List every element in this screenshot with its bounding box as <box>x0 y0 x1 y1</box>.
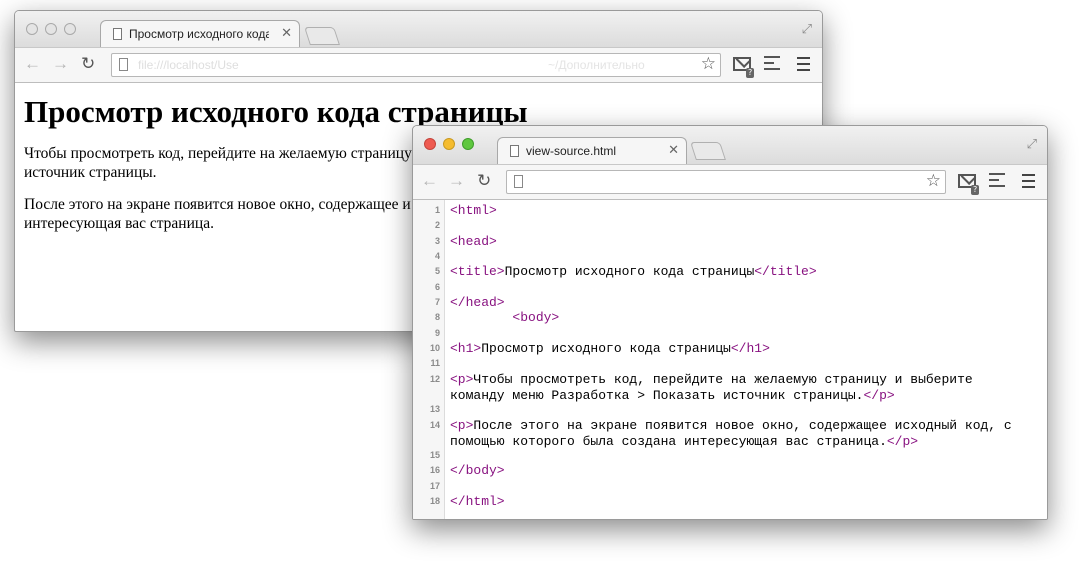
line-number: 4 <box>434 251 440 261</box>
paragraph-2-line-2: интересующая вас страница. <box>24 215 214 232</box>
zoom-window-button[interactable] <box>64 23 76 35</box>
url-text-end: ~/Дополнительно <box>548 58 645 72</box>
line-number: 3 <box>434 236 440 246</box>
line-number: 1 <box>434 205 440 215</box>
menu-icon[interactable] <box>797 57 810 75</box>
back-arrow-icon[interactable]: ← <box>421 171 438 191</box>
browser-tab[interactable]: view-source.html ✕ <box>497 137 687 165</box>
html-tag: </head> <box>450 295 505 310</box>
title-bar[interactable]: Просмотр исходного кода ✕ ⤢ <box>15 11 822 48</box>
html-tag: </title> <box>754 264 817 279</box>
source-code: <html> <box>450 203 497 219</box>
html-tag: </h1> <box>730 341 770 356</box>
bookmark-star-icon[interactable]: ☆ <box>926 171 941 191</box>
view-source-window: view-source.html ✕ ⤢ ← → ↻ ☆ ? 1 <html> 2 3… <box>412 125 1048 520</box>
new-tab-button[interactable] <box>690 142 726 160</box>
line-number: 5 <box>434 266 440 276</box>
browser-tab[interactable]: Просмотр исходного кода ✕ <box>100 20 300 48</box>
window-controls <box>424 138 474 150</box>
menu-icon[interactable] <box>1022 174 1035 192</box>
source-code: </html> <box>450 494 505 510</box>
paragraph-1-line-1: Чтобы просмотреть код, перейдите на жела… <box>24 145 412 162</box>
minimize-window-button[interactable] <box>45 23 57 35</box>
html-tag: <body> <box>512 310 560 325</box>
reload-icon[interactable]: ↻ <box>477 171 491 191</box>
source-code: <h1>Просмотр исходного кода страницы</h1… <box>450 341 770 357</box>
forward-arrow-icon[interactable]: → <box>448 171 465 191</box>
html-tag: <p> <box>450 418 474 433</box>
text-content: Просмотр исходного кода страницы <box>504 264 755 279</box>
line-number: 14 <box>429 420 440 430</box>
line-number: 2 <box>434 220 440 230</box>
tab-title: Просмотр исходного кода <box>129 27 269 41</box>
source-code: </body> <box>450 463 505 479</box>
html-tag: </body> <box>450 463 505 478</box>
line-number: 18 <box>429 496 440 506</box>
reading-list-icon[interactable] <box>764 56 780 74</box>
line-number: 8 <box>434 312 440 322</box>
html-tag: </p> <box>886 433 919 449</box>
line-number: 13 <box>429 404 440 414</box>
forward-arrow-icon[interactable]: → <box>52 54 69 74</box>
line-number: 7 <box>434 297 440 307</box>
back-arrow-icon[interactable]: ← <box>24 54 41 74</box>
page-icon <box>514 175 523 188</box>
fullscreen-icon[interactable]: ⤢ <box>1027 136 1037 152</box>
text-content: После этого на экране появится новое окн… <box>450 418 1012 449</box>
text-content: Просмотр исходного кода страницы <box>481 341 731 356</box>
extension-badge: ? <box>746 68 755 78</box>
line-number: 10 <box>429 343 440 353</box>
paragraph-1-line-2: источник страницы. <box>24 164 157 181</box>
line-number: 9 <box>434 328 440 338</box>
html-tag: </html> <box>450 494 505 509</box>
html-tag: <title> <box>450 264 505 279</box>
close-window-button[interactable] <box>424 138 436 150</box>
new-tab-button[interactable] <box>304 27 340 45</box>
html-tag: </p> <box>863 387 895 403</box>
address-bar[interactable]: file:///localhost/Use ~/Дополнительно ☆ <box>111 53 721 77</box>
bookmark-star-icon[interactable]: ☆ <box>701 54 716 74</box>
close-window-button[interactable] <box>26 23 38 35</box>
minimize-window-button[interactable] <box>443 138 455 150</box>
paragraph-2-line-1: После этого на экране появится новое окн… <box>24 196 411 213</box>
source-view: 1 <html> 2 3 <head> 4 5 <title>Просмотр исходно… <box>413 200 1047 519</box>
title-bar[interactable]: view-source.html ✕ ⤢ <box>413 126 1047 165</box>
reading-list-icon[interactable] <box>989 173 1005 191</box>
close-tab-icon[interactable]: ✕ <box>668 142 679 158</box>
html-tag: <h1> <box>450 341 482 356</box>
source-code: <p>Чтобы просмотреть код, перейдите на ж… <box>450 372 973 403</box>
source-code: <body> <box>450 310 559 326</box>
window-controls <box>26 23 76 35</box>
browser-toolbar: ← → ↻ ☆ ? <box>413 164 1047 200</box>
source-code: <head> <box>450 234 497 250</box>
page-icon <box>510 145 519 157</box>
source-code: </head> <box>450 295 505 311</box>
source-code: <p>После этого на экране появится новое … <box>450 418 1012 449</box>
address-bar[interactable]: ☆ <box>506 170 946 194</box>
reload-icon[interactable]: ↻ <box>81 54 95 74</box>
source-code: <title>Просмотр исходного кода страницы<… <box>450 264 817 280</box>
page-icon <box>119 58 128 71</box>
close-tab-icon[interactable]: ✕ <box>281 25 292 41</box>
extension-badge: ? <box>971 185 980 195</box>
tab-title: view-source.html <box>526 144 617 158</box>
page-icon <box>113 28 122 40</box>
line-number: 12 <box>429 374 440 384</box>
line-number: 15 <box>429 450 440 460</box>
html-tag: <head> <box>450 234 497 249</box>
line-number: 17 <box>429 481 440 491</box>
line-number: 11 <box>430 358 440 368</box>
browser-toolbar: ← → ↻ file:///localhost/Use ~/Дополнител… <box>15 47 822 83</box>
html-tag: <p> <box>450 372 474 387</box>
fullscreen-icon[interactable]: ⤢ <box>802 21 812 37</box>
text-content <box>450 310 512 325</box>
html-tag: <html> <box>450 203 497 218</box>
line-number: 6 <box>434 282 440 292</box>
line-number: 16 <box>429 465 440 475</box>
url-text: file:///localhost/Use <box>138 58 239 72</box>
zoom-window-button[interactable] <box>462 138 474 150</box>
